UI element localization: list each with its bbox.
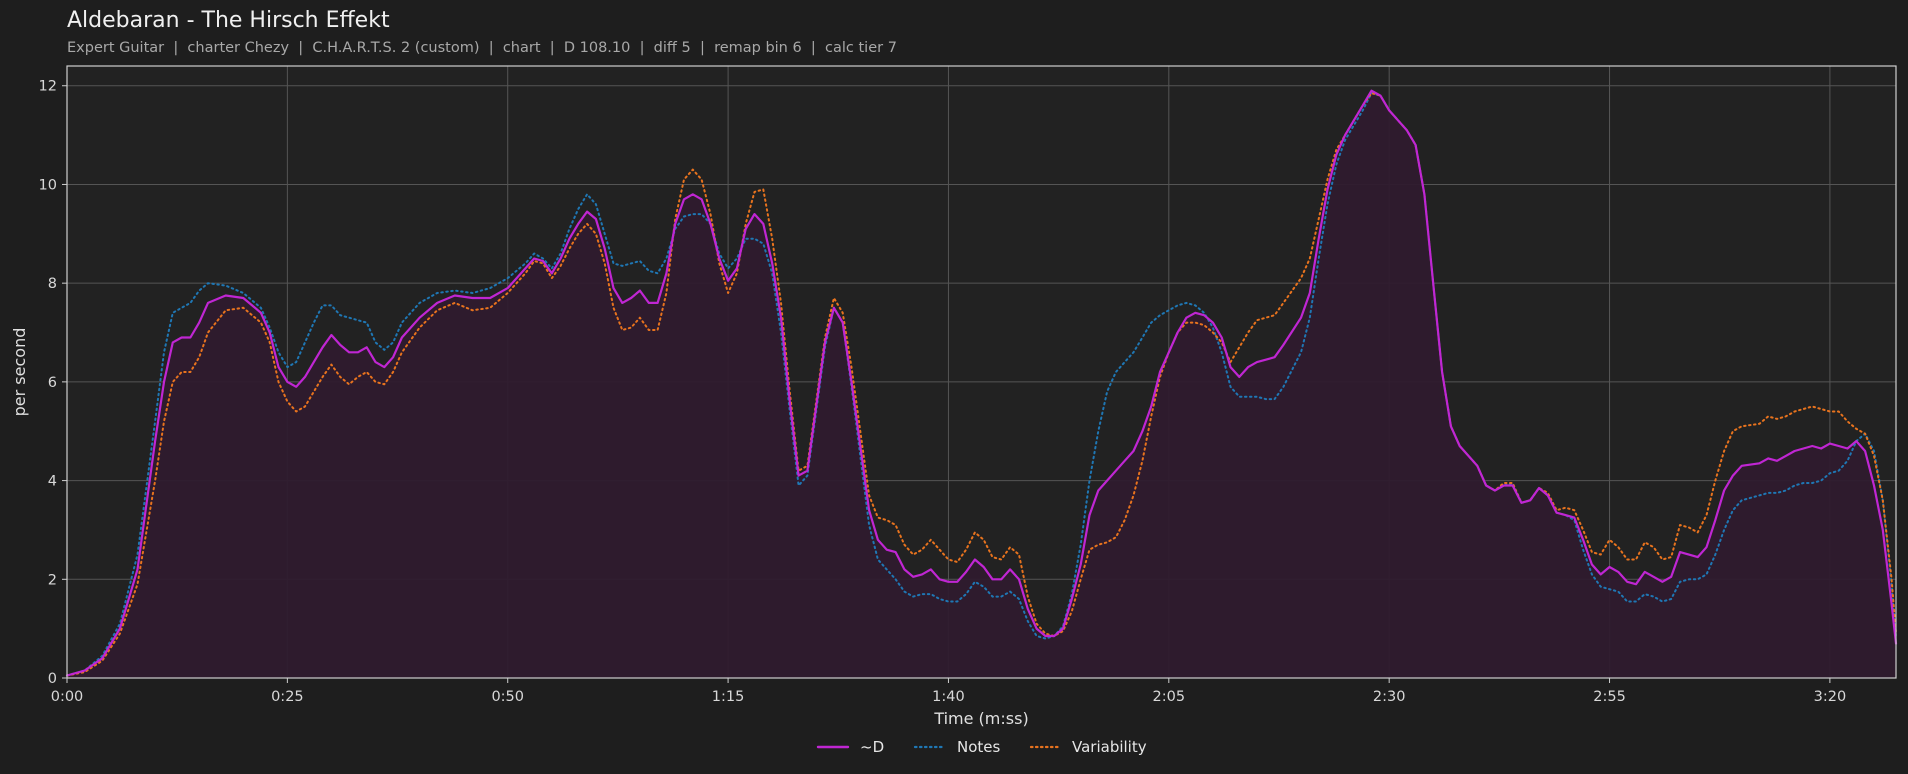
- x-axis-label: Time (m:ss): [933, 709, 1028, 728]
- x-tick-label-7: 2:55: [1593, 689, 1626, 705]
- y-axis-label: per second: [10, 328, 29, 417]
- y-tick-label-3: 6: [48, 375, 57, 391]
- legend-label-0: ~D: [860, 738, 884, 756]
- line-chart: 0:00 0:25 0:50 1:15 1:40 2:05 2:30 2:55 3:20 0 2 4…: [10, 65, 1898, 756]
- y-tick-label-1: 2: [48, 572, 57, 588]
- x-tick-label-2: 0:50: [491, 689, 524, 705]
- x-tick-label-6: 2:30: [1373, 689, 1406, 705]
- x-tick-label-5: 2:05: [1153, 689, 1186, 705]
- y-tick-label-2: 4: [48, 474, 57, 490]
- x-tick-label-8: 3:20: [1814, 689, 1847, 705]
- y-tick-label-0: 0: [48, 671, 57, 687]
- x-tick-label-0: 0:00: [51, 689, 84, 705]
- x-tick-label-1: 0:25: [271, 689, 304, 705]
- x-tick-label-4: 1:40: [932, 689, 965, 705]
- y-axis-ticks: 0 2 4 6 8 10 12: [39, 79, 67, 687]
- x-axis-ticks: 0:00 0:25 0:50 1:15 1:40 2:05 2:30 2:55 3:20: [51, 678, 1846, 705]
- legend-label-1: Notes: [957, 738, 1001, 756]
- y-tick-label-4: 8: [48, 276, 57, 292]
- x-tick-label-3: 1:15: [712, 689, 745, 705]
- legend-label-2: Variability: [1072, 738, 1147, 756]
- y-tick-label-6: 12: [39, 79, 57, 95]
- legend: ~D Notes Variability: [816, 738, 1147, 756]
- y-tick-label-5: 10: [39, 177, 57, 193]
